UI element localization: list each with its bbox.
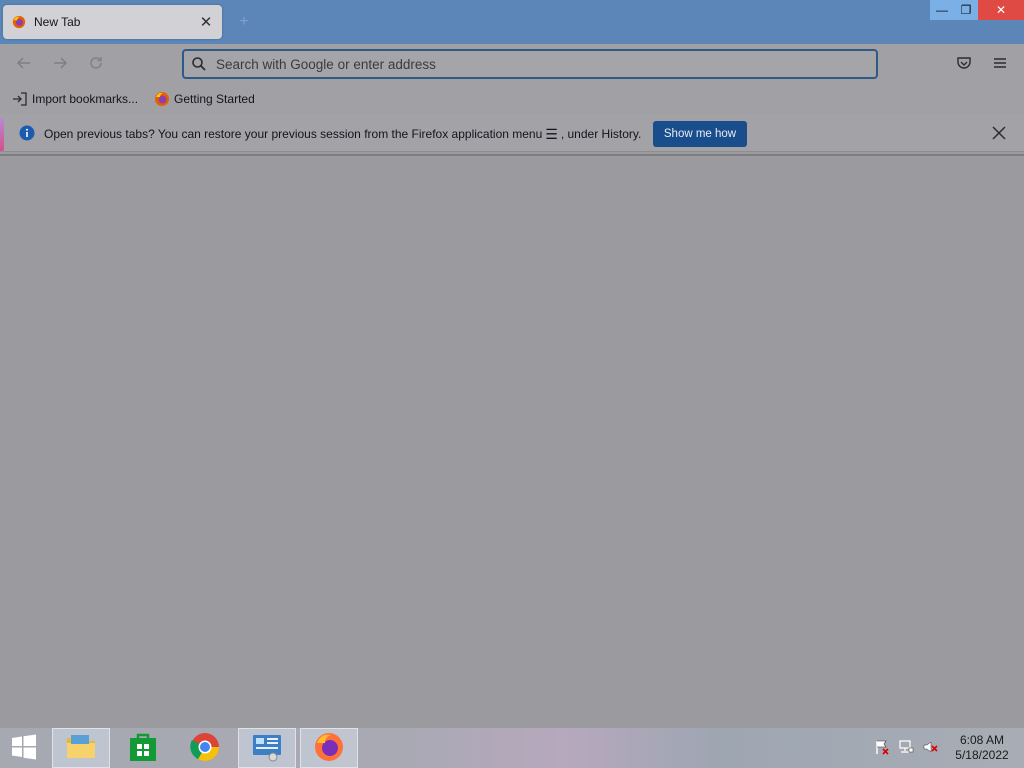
title-bar: New Tab ✕ + — ❐ ✕ — [0, 0, 1024, 44]
taskbar-file-explorer[interactable] — [52, 728, 110, 768]
close-icon[interactable] — [988, 122, 1010, 144]
close-window-button[interactable]: ✕ — [978, 0, 1024, 20]
chrome-icon — [190, 732, 220, 765]
volume-muted-icon — [922, 739, 938, 758]
control-panel-icon — [251, 732, 283, 765]
bookmark-import[interactable]: Import bookmarks... — [8, 87, 142, 111]
tray-volume[interactable] — [920, 728, 940, 768]
forward-arrow-icon — [52, 55, 68, 74]
pocket-icon — [956, 55, 972, 74]
notification-message: Open previous tabs? You can restore your… — [44, 127, 641, 141]
taskbar-control-panel[interactable] — [238, 728, 296, 768]
network-icon — [898, 739, 914, 758]
taskbar-chrome[interactable] — [176, 728, 234, 768]
bookmark-label: Import bookmarks... — [32, 92, 139, 106]
forward-button[interactable] — [48, 52, 72, 76]
pocket-button[interactable] — [952, 52, 976, 76]
navigation-toolbar — [0, 44, 1024, 84]
new-tab-button[interactable]: + — [234, 12, 254, 32]
firefox-icon — [12, 15, 26, 29]
reload-icon — [88, 55, 104, 74]
address-bar[interactable] — [182, 49, 878, 79]
restore-button[interactable]: ❐ — [954, 0, 978, 20]
info-icon — [19, 125, 35, 141]
taskbar-store[interactable] — [114, 728, 172, 768]
store-icon — [129, 732, 157, 765]
app-menu-button[interactable] — [988, 52, 1012, 76]
windows-logo-icon — [11, 734, 37, 763]
search-icon — [191, 56, 207, 72]
show-me-how-button[interactable]: Show me how — [653, 121, 747, 147]
folder-icon — [65, 733, 97, 764]
minimize-button[interactable]: — — [930, 0, 954, 20]
taskbar-clock[interactable]: 6:08 AM 5/18/2022 — [952, 733, 1012, 763]
back-arrow-icon — [16, 55, 32, 74]
session-restore-notification: Open previous tabs? You can restore your… — [0, 114, 1024, 152]
start-button[interactable] — [0, 728, 48, 768]
reload-button[interactable] — [84, 52, 108, 76]
clock-date: 5/18/2022 — [955, 748, 1009, 762]
flag-icon — [874, 739, 890, 758]
search-input[interactable] — [216, 56, 876, 72]
hamburger-menu-icon — [992, 55, 1008, 74]
hamburger-menu-icon: ☰ — [545, 126, 558, 142]
bookmark-getting-started[interactable]: Getting Started — [150, 87, 259, 111]
notification-text-suffix: , under History. — [560, 127, 642, 141]
bookmark-label: Getting Started — [174, 92, 255, 106]
tray-network[interactable] — [896, 728, 916, 768]
clock-time: 6:08 AM — [959, 733, 1005, 747]
page-content[interactable] — [0, 156, 1024, 728]
firefox-icon — [313, 731, 345, 766]
tray-action-center[interactable] — [872, 728, 892, 768]
bookmarks-toolbar: Import bookmarks... Getting Started — [0, 84, 1024, 114]
window-controls: — ❐ ✕ — [930, 0, 1024, 20]
back-button[interactable] — [12, 52, 36, 76]
import-icon — [12, 91, 28, 107]
tab-close-icon[interactable]: ✕ — [196, 12, 216, 32]
taskbar-firefox[interactable] — [300, 728, 358, 768]
firefox-icon — [154, 91, 170, 107]
taskbar: 6:08 AM 5/18/2022 — [0, 728, 1024, 768]
tab-new-tab[interactable]: New Tab ✕ — [3, 5, 222, 39]
notification-text: Open previous tabs? You can restore your… — [44, 127, 543, 141]
tab-title: New Tab — [34, 15, 81, 29]
